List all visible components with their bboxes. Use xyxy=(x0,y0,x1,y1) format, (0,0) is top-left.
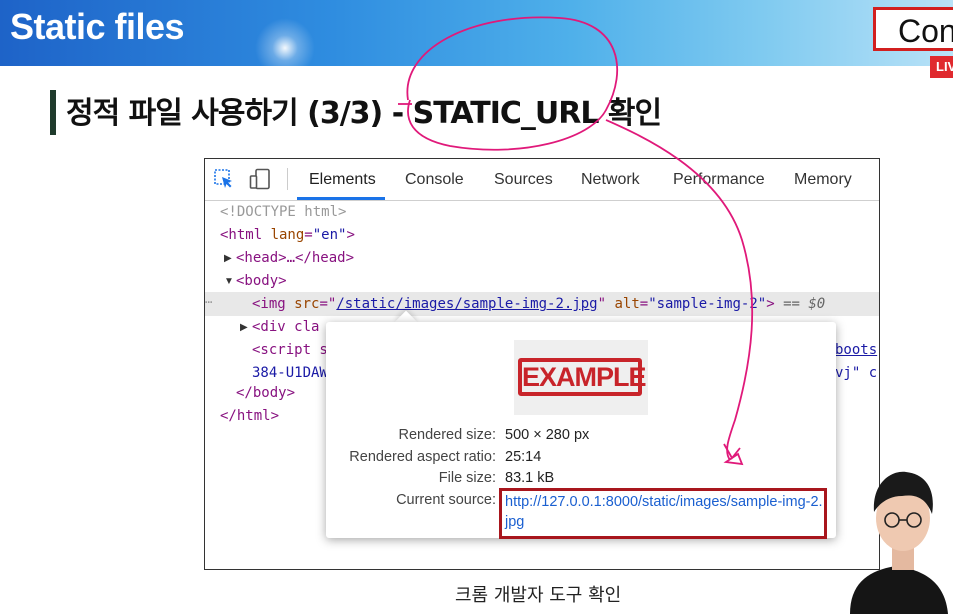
current-source-label: Current source: xyxy=(396,492,496,508)
file-size-value: 83.1 kB xyxy=(505,470,555,486)
img-node-line[interactable]: <img src="/static/images/sample-img-2.jp… xyxy=(252,296,825,312)
node-actions-dots[interactable]: ⋯ xyxy=(205,295,212,309)
selected-marker: == $0 xyxy=(783,296,826,312)
rendered-size-value: 500 × 280 px xyxy=(505,427,590,443)
div-line[interactable]: <div cla xyxy=(252,319,319,335)
tab-console[interactable]: Console xyxy=(405,171,464,189)
live-badge: LIV xyxy=(930,56,953,78)
corner-title-box: Con xyxy=(873,7,953,51)
head-line[interactable]: <head>…</head> xyxy=(236,250,354,266)
aspect-ratio-value: 25:14 xyxy=(505,449,542,465)
html-lang-attr: lang xyxy=(270,227,305,243)
example-stamp-image: EXAMPLE xyxy=(518,358,647,396)
slide-title: Static files xyxy=(10,6,185,47)
expand-head-icon[interactable]: ▶ xyxy=(224,253,232,264)
tab-performance[interactable]: Performance xyxy=(673,171,765,189)
image-thumbnail: EXAMPLE xyxy=(514,340,648,415)
file-size-label: File size: xyxy=(438,470,496,486)
img-tag: <img xyxy=(252,296,295,312)
inspect-element-icon[interactable] xyxy=(213,168,235,190)
tab-memory[interactable]: Memory xyxy=(794,171,852,189)
img-src-attr: src xyxy=(294,296,320,312)
heading-accent-bar xyxy=(50,90,56,135)
html-open-line[interactable]: <html lang="en"> xyxy=(220,227,355,243)
collapse-body-icon[interactable]: ▼ xyxy=(224,276,234,287)
html-lang-value: "en" xyxy=(312,227,347,243)
expand-div-icon[interactable]: ▶ xyxy=(240,322,248,333)
html-tag: <html xyxy=(220,227,271,243)
section-heading: 정적 파일 사용하기 (3/3) - STATIC_URL 확인 xyxy=(66,96,662,131)
rendered-size-label: Rendered size: xyxy=(398,427,496,443)
doctype-line: <!DOCTYPE html> xyxy=(220,204,347,220)
integrity-line-tail: vj" c xyxy=(835,365,878,381)
active-tab-indicator xyxy=(297,197,385,200)
img-alt-attr: alt xyxy=(614,296,640,312)
banner-glow xyxy=(255,18,315,66)
body-close-line[interactable]: </body> xyxy=(236,385,295,401)
corner-title-text: Con xyxy=(898,13,953,49)
device-toolbar-icon[interactable] xyxy=(249,168,271,190)
html-close-bracket: > xyxy=(346,227,355,243)
img-alt-value: "sample-img-2" xyxy=(648,296,767,312)
aspect-ratio-label: Rendered aspect ratio: xyxy=(349,449,496,465)
integrity-line: 384-U1DAW xyxy=(252,365,328,381)
html-close-line[interactable]: </html> xyxy=(220,408,279,424)
toolbar-separator xyxy=(287,168,288,190)
script-src-link-fragment[interactable]: boots xyxy=(835,342,877,358)
devtools-tabbar: Elements Console Sources Network Perform… xyxy=(205,159,879,201)
slide-caption: 크롬 개발자 도구 확인 xyxy=(455,585,622,606)
presenter-webcam xyxy=(850,471,948,614)
current-source-highlight-box xyxy=(499,488,827,539)
script-line[interactable]: <script s xyxy=(252,342,328,358)
tab-sources[interactable]: Sources xyxy=(494,171,553,189)
slide-header-banner: Static files xyxy=(0,0,953,66)
img-src-link[interactable]: /static/images/sample-img-2.jpg xyxy=(336,296,597,312)
tab-elements[interactable]: Elements xyxy=(309,171,376,189)
body-open-line[interactable]: <body> xyxy=(236,273,287,289)
tab-network[interactable]: Network xyxy=(581,171,640,189)
